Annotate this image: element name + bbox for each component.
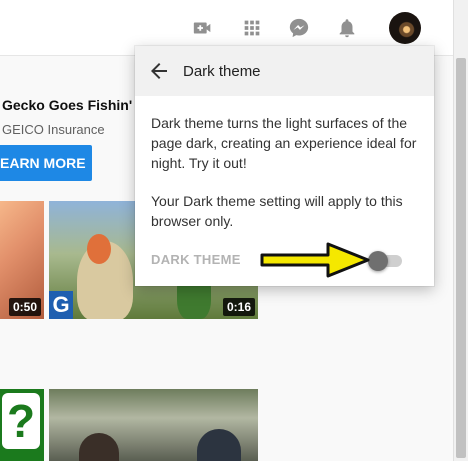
ad-advertiser: GEICO Insurance	[2, 122, 105, 137]
ad-title[interactable]: Gecko Goes Fishin'	[2, 97, 132, 113]
dialog-title: Dark theme	[183, 63, 261, 80]
back-arrow-icon[interactable]	[147, 59, 171, 83]
annotation-arrow-icon	[260, 242, 370, 278]
question-mark-icon: ?	[2, 393, 40, 449]
video-thumbnail[interactable]: 0:50	[0, 201, 44, 319]
dark-theme-note: Your Dark theme setting will apply to th…	[151, 193, 403, 229]
video-duration: 0:50	[8, 298, 41, 316]
dark-theme-toggle-label: DARK THEME	[151, 252, 241, 267]
geico-logo-icon: G	[49, 291, 73, 319]
scrollbar-thumb[interactable]	[456, 58, 466, 458]
video-duration: 0:16	[222, 298, 255, 316]
create-video-icon[interactable]	[189, 14, 217, 42]
person-figure	[79, 433, 119, 461]
avatar[interactable]	[389, 12, 421, 44]
dark-theme-description: Dark theme turns the light surfaces of t…	[151, 115, 417, 171]
apps-grid-icon[interactable]	[238, 14, 266, 42]
messages-icon[interactable]	[285, 14, 313, 42]
character-head	[87, 234, 111, 264]
person-figure	[197, 429, 241, 461]
video-thumbnail[interactable]	[49, 389, 258, 461]
notifications-bell-icon[interactable]	[333, 14, 361, 42]
learn-more-button[interactable]: EARN MORE	[0, 145, 92, 181]
dialog-header: Dark theme	[135, 46, 434, 96]
